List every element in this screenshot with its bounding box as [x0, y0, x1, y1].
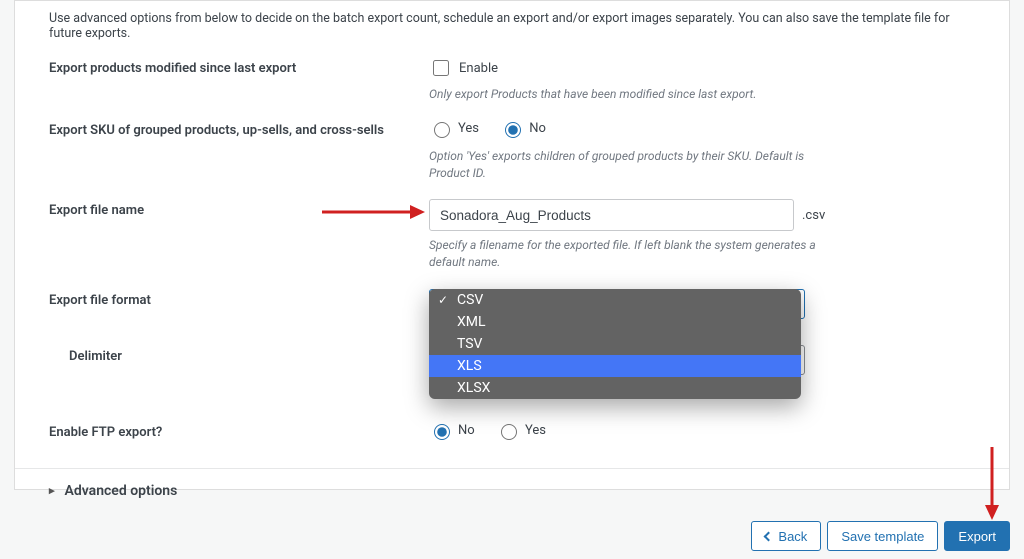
radio-ftp-no[interactable] — [434, 424, 450, 440]
footer-buttons: Back Save template Export — [0, 521, 1010, 551]
label-ftp: Enable FTP export? — [49, 421, 429, 440]
help-filename: Specify a filename for the exported file… — [429, 237, 819, 271]
export-button[interactable]: Export — [944, 521, 1010, 551]
save-template-button-label: Save template — [841, 529, 924, 544]
format-option-xml[interactable]: XML — [429, 311, 801, 333]
format-option-csv[interactable]: CSV — [429, 289, 801, 311]
enable-modified-checkbox-label[interactable]: Enable — [429, 57, 498, 79]
help-export-modified: Only export Products that have been modi… — [429, 86, 819, 103]
row-export-modified: Export products modified since last expo… — [15, 51, 1009, 109]
field-filename: .csv Specify a filename for the exported… — [429, 199, 829, 271]
help-sku-grouped: Option 'Yes' exports children of grouped… — [429, 148, 819, 182]
row-format: Export file format CSV XML TSV XLS XLSX — [15, 283, 1009, 325]
row-filename: Export file name .csv Specify a filename… — [15, 193, 1009, 277]
radio-sku-yes[interactable] — [434, 122, 450, 138]
row-ftp: Enable FTP export? No Yes — [15, 415, 1009, 450]
label-sku-grouped: Export SKU of grouped products, up-sells… — [49, 119, 429, 138]
radio-sku-yes-label[interactable]: Yes — [429, 119, 479, 138]
field-format: CSV XML TSV XLS XLSX — [429, 289, 829, 319]
format-option-tsv[interactable]: TSV — [429, 333, 801, 355]
label-export-modified: Export products modified since last expo… — [49, 57, 429, 76]
field-ftp: No Yes — [429, 421, 829, 444]
back-button-label: Back — [778, 529, 807, 544]
radio-ftp-no-label[interactable]: No — [429, 421, 475, 440]
caret-right-icon: ▸ — [49, 484, 55, 497]
field-sku-grouped: Yes No Option 'Yes' exports children of … — [429, 119, 829, 182]
enable-modified-text: Enable — [459, 61, 498, 76]
radio-sku-yes-text: Yes — [458, 121, 479, 136]
export-button-label: Export — [958, 529, 996, 544]
intro-text: Use advanced options from below to decid… — [15, 1, 1009, 51]
enable-modified-checkbox[interactable] — [433, 60, 449, 76]
radio-ftp-yes[interactable] — [501, 424, 517, 440]
label-delimiter: Delimiter — [49, 345, 429, 364]
advanced-options-label: Advanced options — [65, 483, 178, 499]
row-sku-grouped: Export SKU of grouped products, up-sells… — [15, 113, 1009, 188]
radio-ftp-no-text: No — [458, 423, 475, 438]
radio-ftp-yes-text: Yes — [525, 423, 546, 438]
advanced-options-toggle[interactable]: ▸ Advanced options — [15, 468, 1009, 513]
save-template-button[interactable]: Save template — [827, 521, 938, 551]
field-export-modified: Enable Only export Products that have be… — [429, 57, 829, 103]
format-option-xlsx[interactable]: XLSX — [429, 377, 801, 399]
format-option-xls[interactable]: XLS — [429, 355, 801, 377]
export-settings-panel: Use advanced options from below to decid… — [14, 0, 1010, 490]
radio-ftp-yes-label[interactable]: Yes — [496, 421, 546, 440]
filename-input[interactable] — [429, 199, 794, 231]
radio-sku-no-text: No — [529, 121, 546, 136]
format-dropdown-menu[interactable]: CSV XML TSV XLS XLSX — [429, 289, 801, 399]
chevron-left-icon — [764, 531, 774, 541]
radio-sku-no[interactable] — [505, 122, 521, 138]
radio-sku-no-label[interactable]: No — [500, 119, 546, 138]
back-button[interactable]: Back — [751, 521, 821, 551]
label-filename: Export file name — [49, 199, 429, 218]
label-format: Export file format — [49, 289, 429, 308]
filename-ext: .csv — [802, 208, 825, 223]
